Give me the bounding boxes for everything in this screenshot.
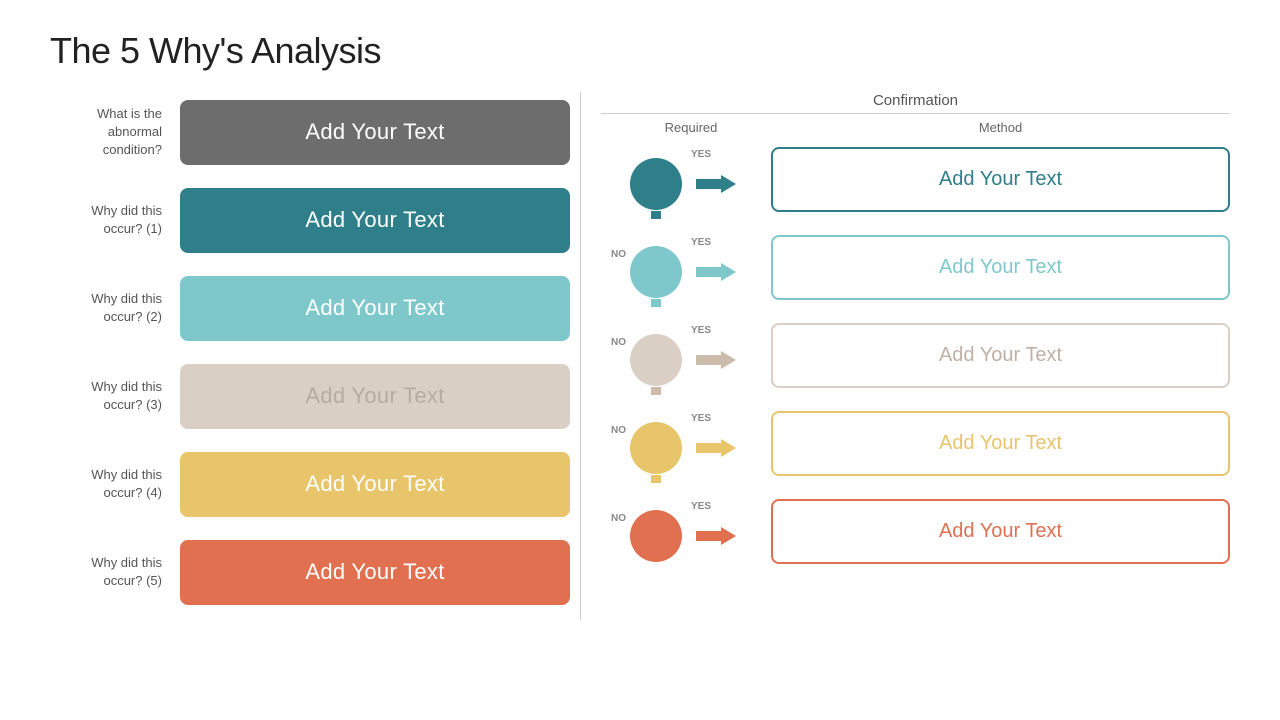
confirmation-divider xyxy=(601,113,1230,114)
flow-diagram-3: NO YES xyxy=(601,403,771,483)
col-required-label: Required xyxy=(611,120,771,135)
svg-text:YES: YES xyxy=(691,325,711,336)
confirmation-subheader: Required Method xyxy=(601,120,1230,135)
left-row-1: Why did thisoccur? (1) Add Your Text xyxy=(50,180,570,260)
conf-textbox-3[interactable]: Add Your Text xyxy=(771,411,1230,476)
left-label-0: What is theabnormalcondition? xyxy=(50,105,180,160)
confirmation-header: Confirmation Required Method xyxy=(601,92,1230,135)
left-textbox-0[interactable]: Add Your Text xyxy=(180,100,570,165)
vertical-divider xyxy=(580,92,581,620)
svg-text:NO: NO xyxy=(611,337,626,348)
left-panel: What is theabnormalcondition? Add Your T… xyxy=(50,92,570,620)
right-panel: Confirmation Required Method xyxy=(601,92,1230,620)
conf-textbox-4[interactable]: Add Your Text xyxy=(771,499,1230,564)
left-label-1: Why did thisoccur? (1) xyxy=(50,202,180,238)
left-label-3: Why did thisoccur? (3) xyxy=(50,378,180,414)
conf-row-0: YES Add Your Text xyxy=(601,139,1230,219)
conf-row-1: NO YES Add Your Text xyxy=(601,227,1230,307)
left-row-0: What is theabnormalcondition? Add Your T… xyxy=(50,92,570,172)
conf-row-4: NO YES Add Your Text xyxy=(601,491,1230,571)
flow-diagram-1: NO YES xyxy=(601,227,771,307)
flow-svg-1: NO YES xyxy=(601,227,771,307)
conf-textbox-1[interactable]: Add Your Text xyxy=(771,235,1230,300)
conf-row-2: NO YES Add Your Text xyxy=(601,315,1230,395)
svg-text:YES: YES xyxy=(691,149,711,160)
left-row-5: Why did thisoccur? (5) Add Your Text xyxy=(50,532,570,612)
flow-svg-4: NO YES xyxy=(601,491,771,571)
flow-diagram-0: YES xyxy=(601,139,771,219)
svg-text:YES: YES xyxy=(691,237,711,248)
conf-row-3: NO YES Add Your Text xyxy=(601,403,1230,483)
confirmation-title: Confirmation xyxy=(601,92,1230,109)
left-label-4: Why did thisoccur? (4) xyxy=(50,466,180,502)
flow-svg-0: YES xyxy=(601,139,771,219)
svg-text:YES: YES xyxy=(691,501,711,512)
flow-svg-3: NO YES xyxy=(601,403,771,483)
left-row-3: Why did thisoccur? (3) Add Your Text xyxy=(50,356,570,436)
svg-text:YES: YES xyxy=(691,413,711,424)
left-row-4: Why did thisoccur? (4) Add Your Text xyxy=(50,444,570,524)
left-label-5: Why did thisoccur? (5) xyxy=(50,554,180,590)
svg-text:NO: NO xyxy=(611,425,626,436)
flow-diagram-2: NO YES xyxy=(601,315,771,395)
left-textbox-5[interactable]: Add Your Text xyxy=(180,540,570,605)
left-row-2: Why did thisoccur? (2) Add Your Text xyxy=(50,268,570,348)
flow-svg-2: NO YES xyxy=(601,315,771,395)
page: The 5 Why's Analysis What is theabnormal… xyxy=(0,0,1280,720)
left-textbox-4[interactable]: Add Your Text xyxy=(180,452,570,517)
confirmation-rows: YES Add Your Text NO xyxy=(601,139,1230,579)
svg-text:NO: NO xyxy=(611,249,626,260)
left-textbox-3[interactable]: Add Your Text xyxy=(180,364,570,429)
left-label-2: Why did thisoccur? (2) xyxy=(50,290,180,326)
page-title: The 5 Why's Analysis xyxy=(50,30,1230,72)
left-textbox-1[interactable]: Add Your Text xyxy=(180,188,570,253)
left-textbox-2[interactable]: Add Your Text xyxy=(180,276,570,341)
svg-text:NO: NO xyxy=(611,513,626,524)
flow-diagram-4: NO YES xyxy=(601,491,771,571)
col-method-label: Method xyxy=(771,120,1230,135)
conf-textbox-2[interactable]: Add Your Text xyxy=(771,323,1230,388)
conf-textbox-0[interactable]: Add Your Text xyxy=(771,147,1230,212)
main-content: What is theabnormalcondition? Add Your T… xyxy=(50,92,1230,620)
